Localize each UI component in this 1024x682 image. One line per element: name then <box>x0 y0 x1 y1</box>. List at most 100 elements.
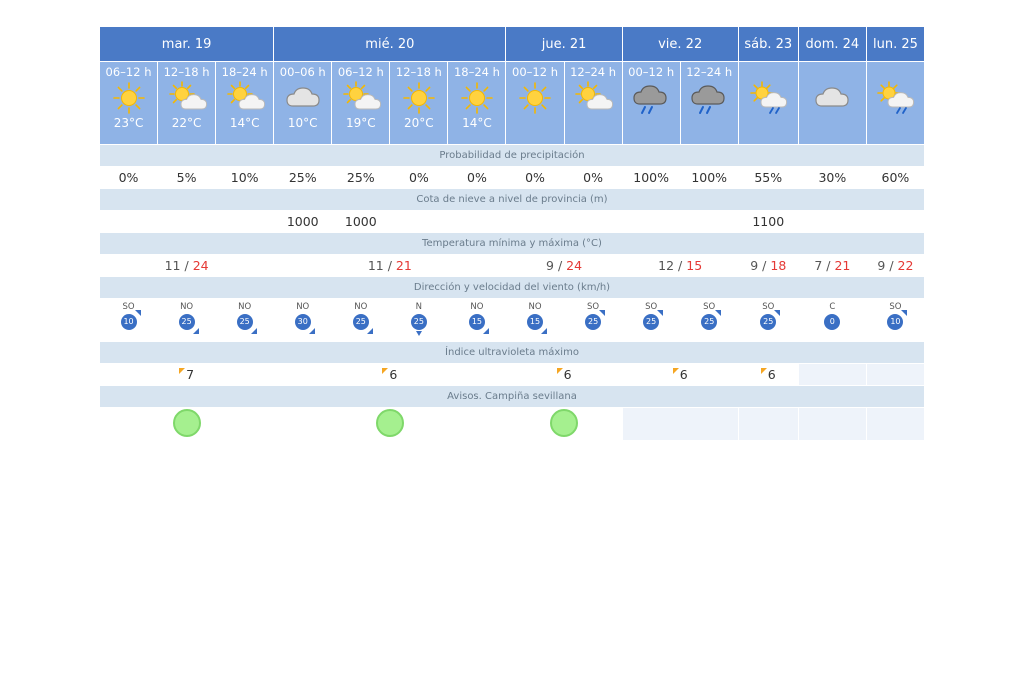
snow-cell <box>621 210 681 233</box>
forecast-table: mar. 19 mié. 20 jue. 21 vie. 22 sáb. 23 … <box>98 26 926 441</box>
period-cell: 12–18 h 20°C <box>389 61 449 145</box>
wind-speed-badge[interactable]: 25 <box>585 310 606 330</box>
snow-row: 1000 1000 1100 <box>98 210 926 233</box>
wind-speed: 10 <box>890 317 901 326</box>
day-header[interactable]: mié. 20 <box>273 26 507 62</box>
day-header[interactable]: sáb. 23 <box>737 26 799 62</box>
storm-rain-icon <box>691 85 725 114</box>
temp-cell: 11 / 24 <box>98 254 275 277</box>
wind-speed: 25 <box>413 317 424 326</box>
period-cell: 00–12 h <box>621 61 681 145</box>
snow-cell <box>447 210 507 233</box>
period-cell: 12–18 h 22°C <box>157 61 217 145</box>
wind-speed-badge[interactable]: 25 <box>236 314 257 334</box>
period-label: 18–24 h <box>221 65 268 79</box>
uv-cell: 7 <box>98 363 275 386</box>
snow-cell: 1000 <box>273 210 333 233</box>
temp-row: 11 / 24 11 / 21 9 / 24 12 / 15 9 / 18 7 … <box>98 254 926 277</box>
wind-speed-badge[interactable]: 25 <box>701 310 722 330</box>
wind-speed: 25 <box>587 317 599 326</box>
green-warning-icon[interactable] <box>172 409 201 437</box>
snow-cell <box>389 210 449 233</box>
wind-arrow-icon <box>541 328 548 334</box>
snow-cell <box>797 210 867 233</box>
precip-cell: 0% <box>98 166 159 189</box>
wind-direction: SO <box>645 302 658 312</box>
wind-direction: NO <box>238 302 252 312</box>
period-label <box>867 65 923 79</box>
wind-direction: NO <box>180 302 194 312</box>
warning-cell <box>273 407 507 441</box>
green-warning-icon[interactable] <box>375 409 404 437</box>
precip-cell: 100% <box>679 166 739 189</box>
uv-row: 7 6 6 6 6 <box>98 363 926 386</box>
day-header[interactable]: jue. 21 <box>505 26 623 62</box>
period-cell: 18–24 h 14°C <box>215 61 275 145</box>
period-temperature: 23°C <box>113 116 144 130</box>
wind-speed-badge[interactable]: 25 <box>178 314 199 334</box>
sun-icon <box>403 82 435 114</box>
sun-cloud-icon <box>575 81 614 110</box>
precip-section-title: Probabilidad de precipitación <box>99 144 925 167</box>
snow-cell <box>679 210 739 233</box>
temp-section-title: Temperatura mínima y máxima (°C) <box>99 232 925 255</box>
wind-direction: NO <box>296 302 310 312</box>
wind-speed-badge[interactable]: 0 <box>824 314 841 330</box>
wind-speed-badge[interactable]: 25 <box>643 310 664 330</box>
section-header-row: Temperatura mínima y máxima (°C) <box>99 232 925 255</box>
storm-rain-icon <box>633 85 667 114</box>
temp-cell: 11 / 21 <box>273 254 507 277</box>
wind-speed-badge[interactable]: 15 <box>527 314 548 334</box>
wind-section-title: Dirección y velocidad del viento (km/h) <box>99 276 925 299</box>
wind-cell: NO 25 <box>215 298 275 342</box>
wind-speed-badge[interactable]: 10 <box>887 310 908 330</box>
wind-direction: SO <box>762 302 775 312</box>
sun-icon <box>519 82 551 114</box>
day-header[interactable]: mar. 19 <box>98 26 275 62</box>
wind-speed: 10 <box>123 317 134 326</box>
wind-speed-badge[interactable]: 15 <box>468 314 489 334</box>
wind-arrow-icon <box>715 310 722 316</box>
wind-speed-badge[interactable]: 10 <box>120 310 141 330</box>
wind-cell: SO 25 <box>737 298 799 342</box>
period-temperature: 19°C <box>345 116 376 130</box>
wind-direction: NO <box>354 302 368 312</box>
wind-speed-badge[interactable]: 25 <box>410 314 427 336</box>
warning-cell <box>505 407 623 441</box>
period-temperature: 22°C <box>171 116 202 130</box>
uv-cell <box>865 363 926 386</box>
wind-speed: 15 <box>471 317 483 326</box>
section-header-row: Probabilidad de precipitación <box>99 144 925 167</box>
wind-cell: C0 <box>797 298 867 342</box>
wind-cell: SO 25 <box>621 298 681 342</box>
day-header[interactable]: vie. 22 <box>621 26 739 62</box>
snow-cell <box>865 210 926 233</box>
snow-cell <box>157 210 217 233</box>
period-label: 12–24 h <box>570 65 617 79</box>
warning-cell <box>98 407 275 441</box>
day-header[interactable]: lun. 25 <box>865 26 926 62</box>
wind-cell: NO 15 <box>447 298 507 342</box>
precip-cell: 25% <box>273 166 333 189</box>
warnings-row <box>98 407 926 441</box>
cloud-icon <box>815 87 849 107</box>
period-label: 06–12 h <box>105 65 152 79</box>
period-label: 00–12 h <box>512 65 558 79</box>
period-cell <box>737 61 799 145</box>
precip-cell: 0% <box>447 166 507 189</box>
wind-arrow-icon <box>250 328 257 334</box>
wind-direction: NO <box>528 302 542 312</box>
temp-cell: 12 / 15 <box>621 254 739 277</box>
wind-arrow-icon <box>657 310 664 316</box>
wind-arrow-icon <box>901 310 908 316</box>
wind-speed-badge[interactable]: 30 <box>294 314 315 334</box>
wind-speed-badge[interactable]: 25 <box>352 314 373 334</box>
wind-speed-badge[interactable]: 25 <box>760 310 781 330</box>
temp-cell: 9 / 24 <box>505 254 623 277</box>
day-header[interactable]: dom. 24 <box>797 26 867 62</box>
temp-cell: 9 / 22 <box>865 254 926 277</box>
wind-arrow-icon <box>308 328 315 334</box>
temp-cell: 7 / 21 <box>797 254 867 277</box>
period-cell: 12–24 h <box>679 61 739 145</box>
green-warning-icon[interactable] <box>550 409 579 437</box>
